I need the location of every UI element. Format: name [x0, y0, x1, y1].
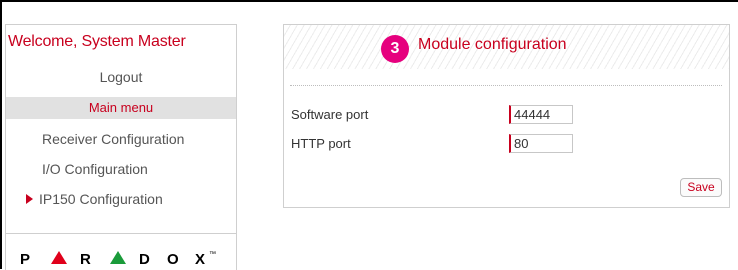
sidebar-item-ip150-configuration[interactable]: IP150 Configuration	[26, 191, 163, 207]
panel-title: Module configuration	[418, 36, 567, 53]
panel-header: 3 Module configuration	[284, 25, 729, 69]
paradox-logo: P R D O X ™	[20, 251, 216, 268]
logo-green-triangle	[110, 251, 126, 264]
save-button[interactable]: Save	[680, 178, 722, 197]
window-frame-top	[0, 0, 738, 2]
software-port-label: Software port	[291, 107, 369, 122]
sidebar-item-label: Receiver Configuration	[42, 131, 185, 147]
logo-letter-o: O	[167, 251, 179, 268]
sidebar-item-io-configuration[interactable]: I/O Configuration	[42, 161, 148, 177]
logout-link[interactable]: Logout	[6, 69, 236, 85]
logo-letter-x: X	[195, 251, 205, 268]
triangle-right-icon	[26, 194, 33, 204]
sidebar-item-receiver-configuration[interactable]: Receiver Configuration	[42, 131, 184, 147]
logo-trademark: ™	[209, 251, 216, 258]
http-port-label: HTTP port	[291, 136, 351, 151]
window-frame-left	[0, 0, 2, 269]
welcome-text: Welcome, System Master	[8, 33, 186, 50]
logo-letter-p: P	[20, 251, 30, 268]
software-port-input[interactable]	[509, 105, 573, 124]
sidebar: Welcome, System Master Logout Main menu …	[5, 24, 237, 270]
module-configuration-panel: 3 Module configuration Software port HTT…	[283, 24, 730, 208]
logo-red-triangle	[51, 251, 67, 264]
logo-letter-r: R	[80, 251, 91, 268]
panel-divider	[290, 85, 722, 86]
main-menu-header: Main menu	[6, 97, 236, 119]
step-number-badge: 3	[381, 35, 409, 63]
sidebar-item-label: I/O Configuration	[42, 161, 148, 177]
http-port-input[interactable]	[509, 134, 573, 153]
sidebar-item-label: IP150 Configuration	[39, 191, 163, 207]
sidebar-divider	[6, 233, 236, 234]
logo-letter-d: D	[139, 251, 150, 268]
